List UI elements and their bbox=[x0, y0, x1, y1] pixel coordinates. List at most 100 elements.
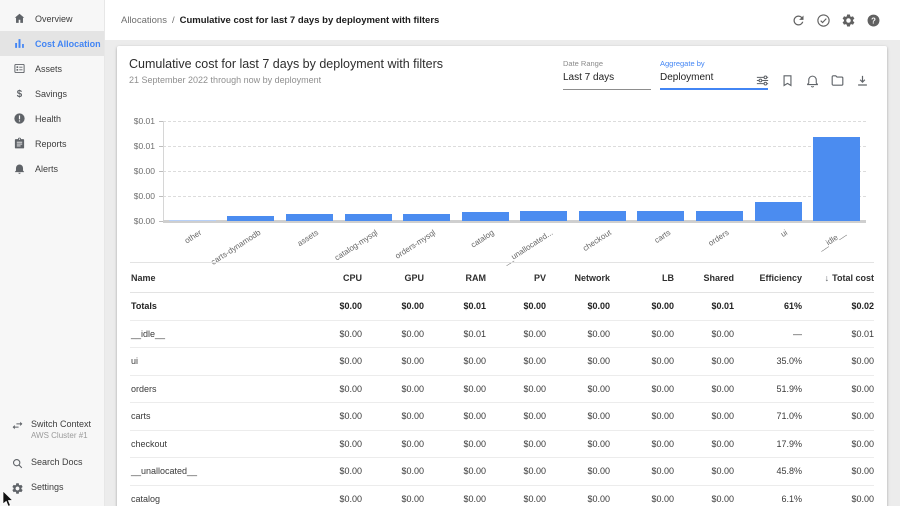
x-axis-label-ui: ui bbox=[779, 228, 789, 239]
search-icon bbox=[11, 457, 24, 470]
chart-bar-orders[interactable] bbox=[696, 211, 743, 221]
cell-name: catalog bbox=[130, 485, 300, 506]
table-header-name[interactable]: Name bbox=[130, 263, 300, 293]
x-axis-label-assets: assets bbox=[296, 228, 320, 248]
cell-cpu: $0.00 bbox=[300, 293, 362, 321]
sidebar-item-search-docs[interactable]: Search Docs bbox=[0, 457, 104, 470]
chart-bar-orders-mysql[interactable] bbox=[403, 214, 450, 221]
table-header-pv[interactable]: PV bbox=[486, 263, 546, 293]
table-header-total-cost[interactable]: ↓Total cost bbox=[802, 263, 874, 293]
table-header-shared[interactable]: Shared bbox=[674, 263, 734, 293]
cell-lb: $0.00 bbox=[610, 293, 674, 321]
check-circle-icon[interactable] bbox=[816, 13, 831, 28]
sidebar-footer-label: Switch Context bbox=[31, 419, 91, 429]
x-axis-label-orders: orders bbox=[707, 228, 731, 248]
sidebar-item-health[interactable]: Health bbox=[0, 106, 104, 131]
table-header-ram[interactable]: RAM bbox=[424, 263, 486, 293]
table-row-catalog[interactable]: catalog$0.00$0.00$0.00$0.00$0.00$0.00$0.… bbox=[130, 485, 874, 506]
y-axis-tick-label: $0.00 bbox=[117, 191, 155, 201]
cell-ram: $0.00 bbox=[424, 430, 486, 458]
cell-cpu: $0.00 bbox=[300, 485, 362, 506]
cell-cpu: $0.00 bbox=[300, 430, 362, 458]
cell-cpu: $0.00 bbox=[300, 375, 362, 403]
chart-bar-catalog-mysql[interactable] bbox=[345, 214, 392, 221]
cell-pv: $0.00 bbox=[486, 348, 546, 376]
chart-bar-assets[interactable] bbox=[286, 214, 333, 221]
cell-gpu: $0.00 bbox=[362, 485, 424, 506]
refresh-icon[interactable] bbox=[791, 13, 806, 28]
table-row-totals[interactable]: Totals$0.00$0.00$0.01$0.00$0.00$0.00$0.0… bbox=[130, 293, 874, 321]
topbar: Allocations / Cumulative cost for last 7… bbox=[105, 0, 900, 40]
sidebar-footer-label: Settings bbox=[31, 482, 64, 492]
report-card: Cumulative cost for last 7 days by deplo… bbox=[117, 46, 887, 506]
cell-cpu: $0.00 bbox=[300, 403, 362, 431]
sidebar-item-reports[interactable]: Reports bbox=[0, 131, 104, 156]
table-row-orders[interactable]: orders$0.00$0.00$0.00$0.00$0.00$0.00$0.0… bbox=[130, 375, 874, 403]
cell-pv: $0.00 bbox=[486, 320, 546, 348]
bar-chart-icon bbox=[13, 37, 26, 50]
sidebar-item-label: Alerts bbox=[35, 164, 58, 174]
chart-bar-unallocated[interactable] bbox=[520, 211, 567, 221]
chart-bar-other[interactable] bbox=[169, 220, 216, 221]
table-header-cpu[interactable]: CPU bbox=[300, 263, 362, 293]
chart-bar-ui[interactable] bbox=[755, 202, 802, 221]
chart-bar-carts-dynamodb[interactable] bbox=[227, 216, 274, 221]
chart-bar-carts[interactable] bbox=[637, 211, 684, 221]
cell-efficiency: 51.9% bbox=[734, 375, 802, 403]
cell-gpu: $0.00 bbox=[362, 320, 424, 348]
allocation-table: NameCPUGPURAMPVNetworkLBSharedEfficiency… bbox=[130, 262, 874, 506]
sort-descending-icon: ↓ bbox=[825, 273, 830, 283]
y-axis-tick-label: $0.00 bbox=[117, 216, 155, 226]
cell-name: __unallocated__ bbox=[130, 458, 300, 486]
cell-network: $0.00 bbox=[546, 458, 610, 486]
sidebar-item-overview[interactable]: Overview bbox=[0, 6, 104, 31]
cell-name: Totals bbox=[130, 293, 300, 321]
gear-icon[interactable] bbox=[841, 13, 856, 28]
table-header-gpu[interactable]: GPU bbox=[362, 263, 424, 293]
sidebar-item-cost-allocation[interactable]: Cost Allocation bbox=[0, 31, 104, 56]
sidebar-item-assets[interactable]: Assets bbox=[0, 56, 104, 81]
cell-shared: $0.01 bbox=[674, 293, 734, 321]
x-axis-label-carts: carts bbox=[652, 228, 671, 245]
cell-shared: $0.00 bbox=[674, 375, 734, 403]
table-row-ui[interactable]: ui$0.00$0.00$0.00$0.00$0.00$0.00$0.0035.… bbox=[130, 348, 874, 376]
cell-ram: $0.00 bbox=[424, 403, 486, 431]
chart-bar-checkout[interactable] bbox=[579, 211, 626, 221]
table-row-idle[interactable]: __idle__$0.00$0.00$0.01$0.00$0.00$0.00$0… bbox=[130, 320, 874, 348]
cell-gpu: $0.00 bbox=[362, 348, 424, 376]
table-row-unallocated[interactable]: __unallocated__$0.00$0.00$0.00$0.00$0.00… bbox=[130, 458, 874, 486]
sidebar-item-switch-context[interactable]: Switch Context AWS Cluster #1 bbox=[0, 419, 104, 440]
table-row-checkout[interactable]: checkout$0.00$0.00$0.00$0.00$0.00$0.00$0… bbox=[130, 430, 874, 458]
chart-bar-idle[interactable] bbox=[813, 137, 860, 221]
cell-cpu: $0.00 bbox=[300, 348, 362, 376]
sidebar-item-savings[interactable]: $Savings bbox=[0, 81, 104, 106]
svg-text:$: $ bbox=[17, 89, 23, 100]
cell-name: ui bbox=[130, 348, 300, 376]
breadcrumb: Allocations / Cumulative cost for last 7… bbox=[121, 0, 439, 40]
cell-ram: $0.01 bbox=[424, 293, 486, 321]
sidebar-item-alerts[interactable]: Alerts bbox=[0, 156, 104, 181]
help-icon[interactable]: ? bbox=[866, 13, 881, 28]
x-axis-label-unallocated: __unallocated... bbox=[502, 228, 554, 266]
sidebar-item-settings[interactable]: Settings bbox=[0, 482, 104, 495]
chart-bar-catalog[interactable] bbox=[462, 212, 509, 221]
table-header-lb[interactable]: LB bbox=[610, 263, 674, 293]
cell-total-cost: $0.00 bbox=[802, 430, 874, 458]
breadcrumb-allocations-link[interactable]: Allocations bbox=[121, 15, 167, 26]
sidebar-item-label: Cost Allocation bbox=[35, 39, 101, 49]
sidebar-item-label: Assets bbox=[35, 64, 62, 74]
cell-lb: $0.00 bbox=[610, 403, 674, 431]
table-header-efficiency[interactable]: Efficiency bbox=[734, 263, 802, 293]
cell-shared: $0.00 bbox=[674, 348, 734, 376]
sidebar-footer-label: Search Docs bbox=[31, 457, 83, 467]
cluster-context-label: AWS Cluster #1 bbox=[31, 431, 91, 440]
gear-icon bbox=[11, 482, 24, 495]
home-icon bbox=[13, 12, 26, 25]
cell-name: checkout bbox=[130, 430, 300, 458]
table-row-carts[interactable]: carts$0.00$0.00$0.00$0.00$0.00$0.00$0.00… bbox=[130, 403, 874, 431]
cell-gpu: $0.00 bbox=[362, 430, 424, 458]
x-axis-label-catalog-mysql: catalog-mysql bbox=[333, 228, 379, 262]
sidebar-item-label: Overview bbox=[35, 14, 73, 24]
cell-pv: $0.00 bbox=[486, 458, 546, 486]
table-header-network[interactable]: Network bbox=[546, 263, 610, 293]
